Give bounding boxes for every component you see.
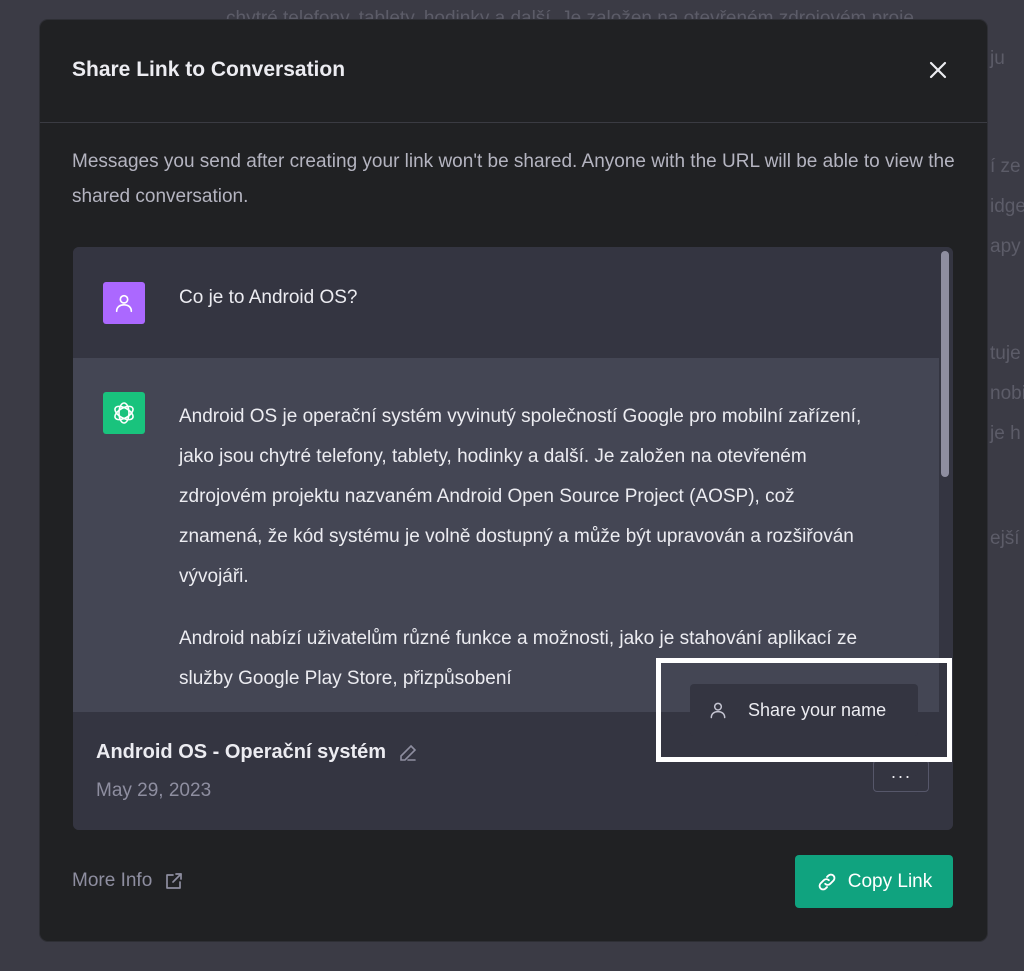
copy-link-label: Copy Link <box>847 870 933 892</box>
conversation-title-text: Android OS - Operační systém <box>96 741 387 763</box>
copy-link-button[interactable]: Copy Link <box>795 855 953 908</box>
assistant-message: Android OS je operační systém vyvinutý s… <box>179 397 879 721</box>
background-text: í ze <box>990 156 1021 177</box>
conversation-date: May 29, 2023 <box>96 780 212 801</box>
background-text: tuje <box>990 343 1021 364</box>
edit-title-button[interactable] <box>398 743 418 763</box>
background-text: je h <box>990 423 1021 444</box>
user-icon <box>115 294 133 313</box>
more-info-link[interactable]: More Info <box>72 870 184 892</box>
pencil-icon <box>400 744 417 761</box>
conversation-title: Android OS - Operační systém <box>96 741 418 764</box>
background-text: nobi <box>990 383 1024 404</box>
more-options-button[interactable]: ··· <box>873 760 929 792</box>
modal-description: Messages you send after creating your li… <box>72 151 955 207</box>
close-button[interactable] <box>924 56 952 84</box>
close-icon <box>929 61 947 79</box>
more-info-label: More Info <box>72 870 153 891</box>
background-text: ejší <box>990 528 1020 549</box>
conversation-preview: Co je to Android OS? Android OS je opera… <box>73 247 953 830</box>
assistant-avatar <box>103 392 145 434</box>
share-your-name-label: Share your name <box>748 699 887 720</box>
share-link-modal: Share Link to Conversation Messages you … <box>40 20 987 941</box>
user-message: Co je to Android OS? <box>179 287 358 308</box>
link-icon <box>816 871 838 893</box>
background-text: apy <box>990 236 1021 257</box>
background-text: ju <box>990 48 1005 69</box>
modal-title: Share Link to Conversation <box>72 58 346 81</box>
preview-scrollbar-thumb[interactable] <box>941 251 949 477</box>
user-avatar <box>103 282 145 324</box>
external-link-icon <box>164 871 184 891</box>
user-icon <box>708 700 728 720</box>
modal-header: Share Link to Conversation <box>40 20 987 123</box>
assistant-paragraph: Android OS je operační systém vyvinutý s… <box>179 406 862 587</box>
openai-logo-icon <box>114 402 134 424</box>
background-text: idge <box>990 196 1024 217</box>
share-your-name-option[interactable]: Share your name <box>690 684 918 736</box>
